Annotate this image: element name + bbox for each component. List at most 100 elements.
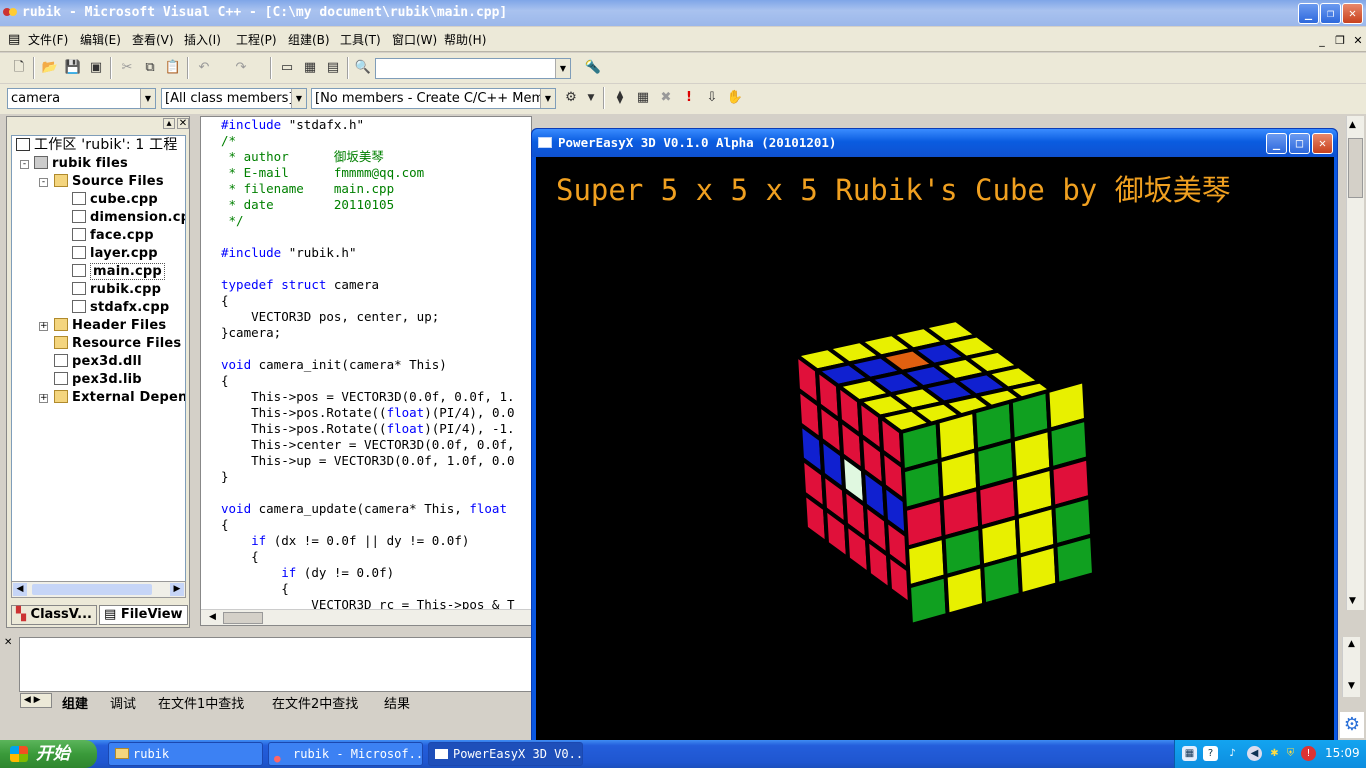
breakpoint-icon[interactable]: ✋ [726,89,744,107]
cut-icon[interactable]: ✂ [118,59,136,77]
save-all-icon[interactable]: ▣ [87,59,105,77]
tree-file-cube[interactable]: cube.cpp [72,191,158,208]
menu-tools[interactable]: 工具(T) [340,31,381,48]
editor-vscrollbar[interactable]: ▲ ▼ [1346,116,1364,610]
workspace-icon[interactable]: ▭ [278,59,296,77]
help-icon[interactable]: ? [1203,746,1218,761]
code-line[interactable]: { [221,549,515,565]
class-combo[interactable]: camera ▼ [7,88,156,109]
output-tab-build[interactable]: 组建 [62,693,88,712]
poweeasyx-maximize-button[interactable]: □ [1289,133,1310,154]
tree-source-files[interactable]: Source Files [54,173,164,190]
restore-button[interactable]: ❐ [1320,3,1341,24]
members-combo[interactable]: [No members - Create C/C++ Memb ▼ [311,88,556,109]
right-sticker[interactable] [907,574,950,627]
code-line[interactable]: This->pos.Rotate((float)(PI/4), 0.0 [221,405,514,421]
right-sticker[interactable] [980,553,1023,607]
volume-icon[interactable]: ♪ [1225,746,1240,761]
code-line[interactable]: typedef struct camera [221,277,515,293]
poweeasyx-close-button[interactable]: ✕ [1312,133,1333,154]
tree-file-dimension[interactable]: dimension.cpp [72,209,185,226]
tree-file-stdafx[interactable]: stdafx.cpp [72,299,169,316]
tree-project[interactable]: rubik files [34,155,128,172]
output-tab-nav[interactable]: ◀ ▶ [20,693,52,708]
code-line[interactable]: * date 20110105 [221,197,515,213]
menu-file[interactable]: 文件(F) [28,31,68,48]
expand-header-icon[interactable]: + [39,322,48,331]
output-text-area[interactable] [19,637,539,692]
tab-fileview[interactable]: ▤ FileView [99,605,188,625]
paste-icon[interactable]: 📋 [164,59,182,77]
wizard-dropdown-icon[interactable]: ▼ [582,89,600,107]
render-canvas[interactable]: Super 5 x 5 x 5 Rubik's Cube by 御坂美琴 [536,157,1334,741]
code-line[interactable]: { [221,517,515,533]
tree-file-pex3d-lib[interactable]: pex3d.lib [54,371,142,388]
right-sticker[interactable] [943,564,987,617]
tree-file-pex3d-dll[interactable]: pex3d.dll [54,353,142,370]
filter-combo[interactable]: [All class members] ▼ [161,88,307,109]
workspace-close-button[interactable]: ✕ [177,118,189,129]
right-sticker[interactable] [1053,533,1096,587]
code-line[interactable]: /* [221,133,515,149]
network-icon[interactable]: ▦ [1182,746,1197,761]
back-arrow-icon[interactable]: ◀ [1247,746,1262,761]
code-line[interactable]: */ [221,213,515,229]
wizard-action-icon[interactable]: ⚙ [562,89,580,107]
collapse-source-icon[interactable]: - [39,178,48,187]
close-button[interactable]: ✕ [1342,3,1363,24]
find-icon[interactable]: 🔦 [584,59,602,77]
editor-hscrollbar[interactable]: ◀ [201,609,531,625]
code-line[interactable]: * author 御坂美琴 [221,149,515,165]
code-line[interactable]: #include "rubik.h" [221,245,515,261]
code-line[interactable]: { [221,373,515,389]
security-alert-icon[interactable]: ! [1301,746,1316,761]
build-icon[interactable]: ▦ [634,89,652,107]
code-line[interactable] [221,229,515,245]
code-line[interactable]: void camera_update(camera* This, float [221,501,515,517]
redo-icon[interactable]: ↷ [232,59,250,77]
tree-file-layer[interactable]: layer.cpp [72,245,158,262]
code-editor[interactable]: #include "stdafx.h"/* * author 御坂美琴 * E-… [200,116,532,626]
task-visual-cpp[interactable]: ● rubik - Microsof... [268,742,423,766]
scroll-up-icon[interactable]: ▲ [1349,120,1356,130]
collapse-project-icon[interactable]: - [20,160,29,169]
code-text[interactable]: #include "stdafx.h"/* * author 御坂美琴 * E-… [221,117,515,613]
code-line[interactable]: This->pos.Rotate((float)(PI/4), -1. [221,421,514,437]
code-line[interactable] [221,341,515,357]
code-line[interactable]: }camera; [221,325,515,341]
tree-header-files[interactable]: Header Files [54,317,166,334]
right-sticker[interactable] [1016,543,1060,597]
menu-window[interactable]: 窗口(W) [392,31,437,48]
output-icon[interactable]: ▦ [301,59,319,77]
mdi-minimize-button[interactable]: _ [1314,34,1330,48]
tree-file-face[interactable]: face.cpp [72,227,154,244]
window-list-icon[interactable]: ▤ [324,59,342,77]
stop-build-icon[interactable]: ✖ [657,89,675,107]
start-button[interactable]: 开始 [0,740,97,768]
rubiks-cube[interactable] [536,157,1334,741]
poweeasyx-minimize-button[interactable]: _ [1266,133,1287,154]
task-rubik-folder[interactable]: rubik [108,742,263,766]
minimize-button[interactable]: _ [1298,3,1319,24]
output-tab-find2[interactable]: 在文件2中查找 [272,693,358,712]
open-icon[interactable]: 📂 [41,59,59,77]
expand-external-icon[interactable]: + [39,394,48,403]
scroll-down-icon[interactable]: ▼ [1349,596,1356,606]
output-close-button[interactable]: ✕ [4,637,12,648]
code-line[interactable] [221,485,515,501]
compile-icon[interactable]: ⧫ [611,89,629,107]
output-tab-debug[interactable]: 调试 [110,693,136,712]
code-line[interactable]: void camera_init(camera* This) [221,357,515,373]
mdi-close-button[interactable]: ✕ [1350,34,1366,48]
undo-icon[interactable]: ↶ [195,59,213,77]
save-icon[interactable]: 💾 [64,59,82,77]
settings-tray-icon[interactable]: ✱ [1267,746,1282,761]
code-line[interactable]: { [221,581,515,597]
tree-workspace-root[interactable]: 工作区 'rubik': 1 工程 [16,137,178,154]
code-line[interactable]: if (dy != 0.0f) [221,565,515,581]
settings-gear-icon[interactable]: ⚙ [1340,712,1364,738]
scroll-thumb[interactable] [1348,138,1363,198]
tree-hscrollbar[interactable]: ◀ ▶ [11,581,186,598]
workspace-dock-button[interactable]: ▴ [163,118,175,129]
tree-file-rubik[interactable]: rubik.cpp [72,281,161,298]
